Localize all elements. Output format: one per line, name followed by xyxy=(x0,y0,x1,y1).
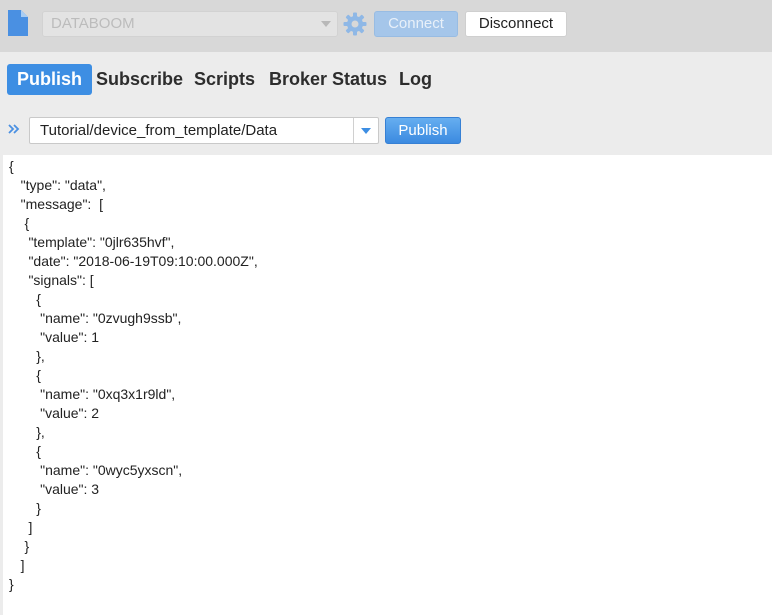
topic-dropdown-divider xyxy=(353,118,354,143)
tab-broker-status[interactable]: Broker Status xyxy=(269,64,387,95)
mqtt-client-window: DATABOOM Connect Disconnect Publish Subs… xyxy=(0,0,772,615)
tab-log[interactable]: Log xyxy=(399,64,432,95)
connection-toolbar: DATABOOM Connect Disconnect xyxy=(0,0,772,52)
document-icon[interactable] xyxy=(6,9,30,37)
payload-editor[interactable]: { "type": "data", "message": [ { "templa… xyxy=(3,155,772,615)
publish-button[interactable]: Publish xyxy=(385,117,461,144)
disconnect-button[interactable]: Disconnect xyxy=(465,11,567,37)
connection-profile-value: DATABOOM xyxy=(51,15,135,32)
topic-input[interactable]: Tutorial/device_from_template/Data xyxy=(29,117,379,144)
chevron-down-icon[interactable] xyxy=(361,128,371,134)
chevron-down-icon xyxy=(321,21,331,27)
tab-scripts[interactable]: Scripts xyxy=(194,64,255,95)
tab-publish[interactable]: Publish xyxy=(7,64,93,95)
connection-profile-select: DATABOOM xyxy=(42,11,338,37)
tab-subscribe[interactable]: Subscribe xyxy=(96,64,183,95)
payload-text[interactable]: { "type": "data", "message": [ { "templa… xyxy=(3,155,772,594)
connect-button[interactable]: Connect xyxy=(374,11,458,37)
topic-value: Tutorial/device_from_template/Data xyxy=(40,122,278,139)
gear-icon[interactable] xyxy=(343,12,367,36)
double-chevron-right-icon[interactable] xyxy=(7,121,21,137)
